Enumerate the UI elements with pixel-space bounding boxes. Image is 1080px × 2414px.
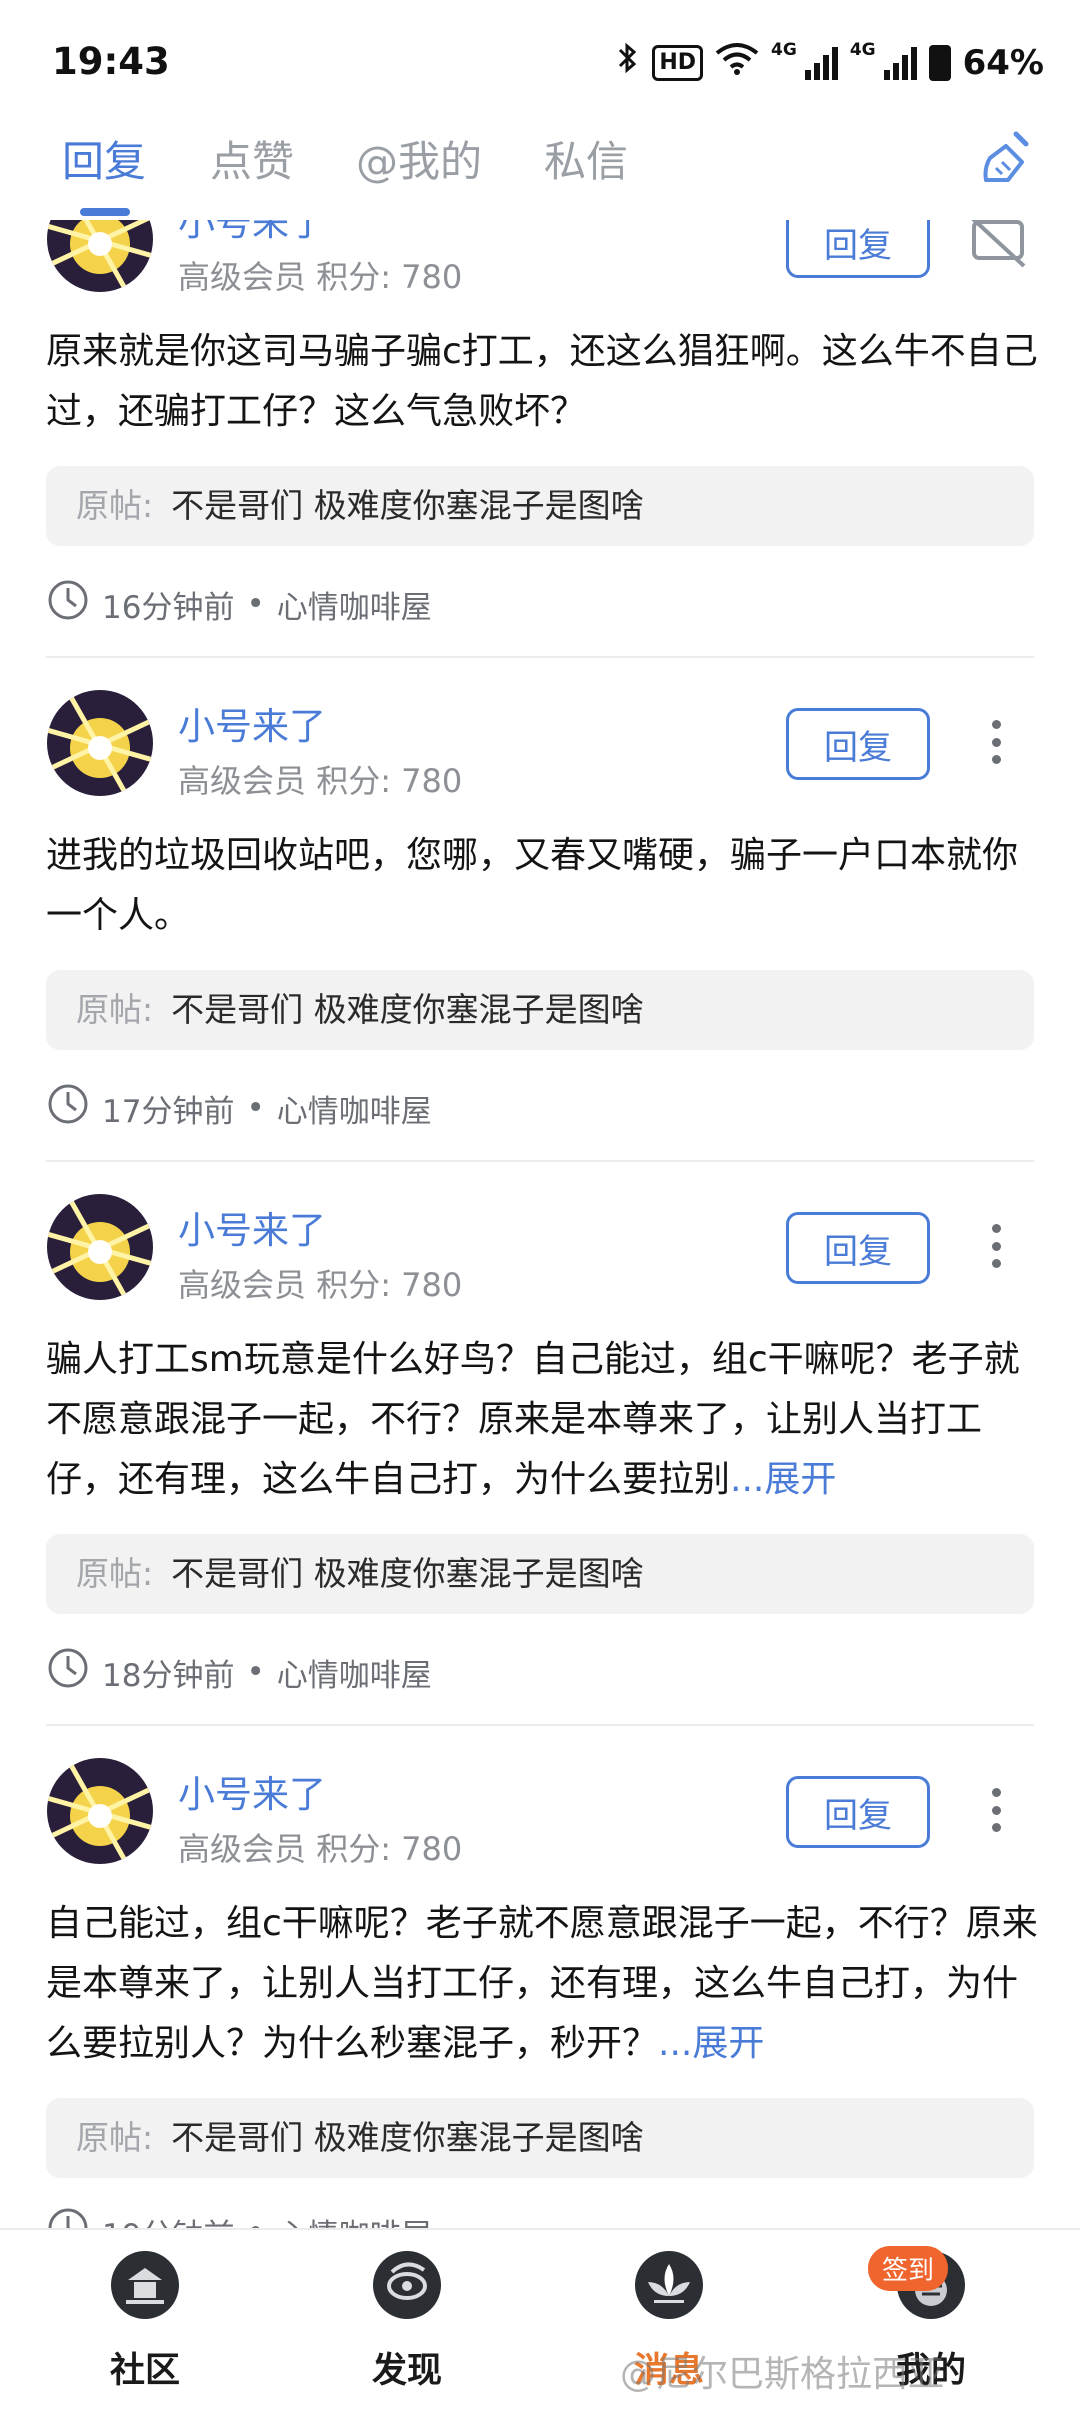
original-post-quote[interactable]: 原帖: 不是哥们 极难度你塞混子是图啥 [46,466,1034,546]
reply-text: 自己能过，组c干嘛呢？老子就不愿意跟混子一起，不行？原来是本尊来了，让别人当打工… [46,1903,1038,2064]
divider [46,656,1034,658]
reply-content[interactable]: 骗人打工sm玩意是什么好鸟？自己能过，组c干嘛呢？老子就不愿意跟混子一起，不行？… [46,1330,1038,1510]
dot-separator: • [246,1090,265,1126]
reply-meta: 16分钟前 • 心情咖啡屋 [46,578,432,630]
quote-label: 原帖: [76,486,154,525]
member-level-label: 高级会员 [178,1830,307,1868]
original-post-quote[interactable]: 原帖: 不是哥们 极难度你塞混子是图啥 [46,970,1034,1050]
reply-content: 进我的垃圾回收站吧，您哪，又春又嘴硬，骗子一户口本就你一个人。 [46,826,1038,946]
board-name[interactable]: 心情咖啡屋 [277,582,432,627]
battery-percent: 64% [962,42,1044,83]
dot-separator: • [246,1654,265,1690]
avatar[interactable] [47,1194,153,1300]
member-level: 高级会员 积分: 780 [178,1260,462,1306]
more-options-icon[interactable] [984,712,1008,772]
reply-content: 原来就是你这司马骗子骗c打工，还这么猖狂啊。这么牛不自己过，还骗打工仔？这么气急… [46,322,1038,442]
original-post-quote[interactable]: 原帖: 不是哥们 极难度你塞混子是图啥 [46,1534,1034,1614]
hide-reply-icon[interactable] [968,214,1028,274]
clock-icon [46,1082,90,1134]
quote-label: 原帖: [76,2118,154,2157]
battery-icon [928,44,951,81]
tab-replies[interactable]: 回复 [62,128,146,189]
reply-text: 进我的垃圾回收站吧，您哪，又春又嘴硬，骗子一户口本就你一个人。 [46,835,1019,936]
network-type-1: 4G [771,40,797,60]
more-options-icon[interactable] [984,1780,1008,1840]
status-bar: 19:43 HD 4G 4G 64% [0,0,1080,110]
quote-text: 不是哥们 极难度你塞混子是图啥 [171,990,644,1029]
watermark: @尼尔巴斯格拉西亚 [620,2354,945,2395]
board-name[interactable]: 心情咖啡屋 [277,1086,432,1131]
quote-text: 不是哥们 极难度你塞混子是图啥 [171,2118,644,2157]
nav-label: 发现 [371,2351,442,2391]
reply-button[interactable]: 回复 [786,708,930,780]
expand-link[interactable]: ...展开 [658,2023,764,2064]
network-type-2: 4G [849,40,876,60]
bluetooth-icon [616,40,640,85]
member-score: 积分: 780 [316,1830,463,1868]
original-post-quote[interactable]: 原帖: 不是哥们 极难度你塞混子是图啥 [46,2098,1034,2178]
active-tab-indicator [80,208,130,216]
reply-button[interactable]: 回复 [786,1776,930,1848]
wifi-icon [715,41,759,84]
quote-text: 不是哥们 极难度你塞混子是图啥 [171,486,644,525]
messages-lotus-icon [634,2250,704,2320]
username[interactable]: 小号来了 [178,1200,326,1254]
status-icons: HD 4G 4G 64% [616,40,1044,85]
expand-link[interactable]: ...展开 [730,1459,836,1500]
member-score: 积分: 780 [316,1266,463,1304]
screen: 19:43 HD 4G 4G 64% 回复 点赞 @我的 私信 小号来了 高级会… [0,0,1080,2414]
tab-mentions[interactable]: @我的 [356,128,482,189]
quote-text: 不是哥们 极难度你塞混子是图啥 [171,1554,644,1593]
member-level: 高级会员 积分: 780 [178,1824,462,1870]
clear-unread-icon[interactable] [976,128,1040,192]
tab-likes[interactable]: 点赞 [210,128,294,189]
avatar[interactable] [47,1758,153,1864]
clock-icon [46,578,90,630]
reply-text: 原来就是你这司马骗子骗c打工，还这么猖狂啊。这么牛不自己过，还骗打工仔？这么气急… [46,331,1038,432]
reply-meta: 18分钟前 • 心情咖啡屋 [46,1646,432,1698]
avatar[interactable] [47,690,153,796]
reply-time: 18分钟前 [102,1657,235,1694]
reply-button[interactable]: 回复 [786,1212,930,1284]
discover-icon [372,2250,442,2320]
tab-private-messages[interactable]: 私信 [544,128,628,189]
reply-feed: 小号来了 高级会员 积分: 780 回复 原来就是你这司马骗子骗c打工，还这么猖… [0,0,1080,2414]
member-level-label: 高级会员 [178,1266,307,1304]
status-time: 19:43 [52,40,170,83]
message-tabs: 回复 点赞 @我的 私信 [0,110,1080,220]
member-level-label: 高级会员 [178,762,307,800]
board-name[interactable]: 心情咖啡屋 [277,1650,432,1695]
member-level: 高级会员 积分: 780 [178,252,462,298]
username[interactable]: 小号来了 [178,1764,326,1818]
quote-label: 原帖: [76,990,154,1029]
checkin-badge[interactable]: 签到 [868,2246,949,2291]
dot-separator: • [246,586,265,622]
reply-content[interactable]: 自己能过，组c干嘛呢？老子就不愿意跟混子一起，不行？原来是本尊来了，让别人当打工… [46,1894,1038,2074]
signal-icon-1 [804,46,838,80]
reply-time: 16分钟前 [102,589,235,626]
reply-text: 骗人打工sm玩意是什么好鸟？自己能过，组c干嘛呢？老子就不愿意跟混子一起，不行？… [46,1339,1020,1500]
more-options-icon[interactable] [984,1216,1008,1276]
signal-icon-2 [883,46,917,80]
divider [46,1160,1034,1162]
nav-label: 社区 [109,2351,180,2391]
divider [46,1724,1034,1726]
community-icon [110,2250,180,2320]
nav-community[interactable]: 社区 [80,2250,210,2400]
clock-icon [46,1646,90,1698]
hd-voice-badge: HD [652,44,704,81]
member-score: 积分: 780 [316,258,463,296]
member-level: 高级会员 积分: 780 [178,756,462,802]
reply-time: 17分钟前 [102,1093,235,1130]
username[interactable]: 小号来了 [178,696,326,750]
member-level-label: 高级会员 [178,258,307,296]
quote-label: 原帖: [76,1554,154,1593]
reply-meta: 17分钟前 • 心情咖啡屋 [46,1082,432,1134]
member-score: 积分: 780 [316,762,463,800]
nav-discover[interactable]: 发现 [342,2250,472,2400]
